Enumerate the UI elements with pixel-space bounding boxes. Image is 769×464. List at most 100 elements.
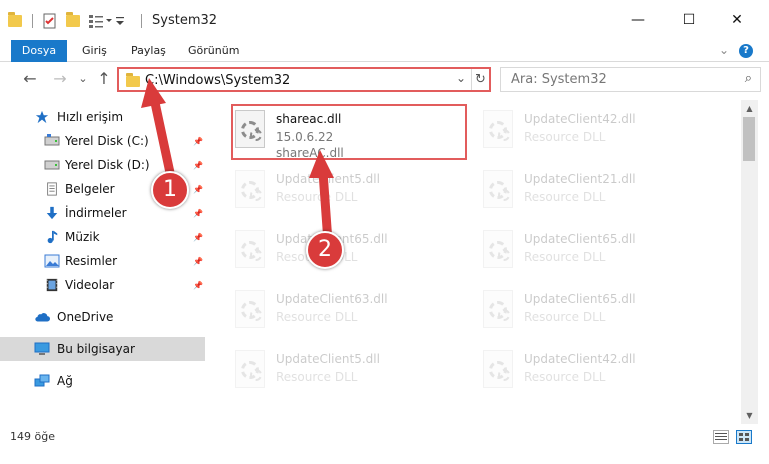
dll-file-icon [483,350,513,388]
pin-icon: 📌 [193,280,203,290]
sidebar-item-label: Belgeler [65,182,115,196]
arrow-right-icon: → [53,69,67,88]
refresh-icon: ↻ [475,72,486,87]
status-bar: 149 öğe [0,424,769,464]
step-2-badge: 2 [306,231,344,269]
file-description: Resource DLL [276,310,358,324]
sidebar-item-drive-c[interactable]: Yerel Disk (C:) 📌 [0,129,205,153]
sidebar-item-music[interactable]: Müzik 📌 [0,225,205,249]
file-name: UpdateClient65.dll [524,232,636,246]
file-item[interactable]: UpdateClient65.dll Resource DLL [233,226,463,282]
caret-up-icon: ▲ [746,104,753,113]
quick-access-toolbar [8,10,22,32]
file-item[interactable]: UpdateClient63.dll Resource DLL [233,286,463,342]
dll-file-icon [483,290,513,328]
file-description: Resource DLL [524,250,606,264]
toolbar-divider [32,14,33,28]
properties-button[interactable] [42,10,58,32]
tab-file[interactable]: Dosya [11,40,67,62]
tiles-view-button[interactable] [736,430,752,444]
file-item[interactable]: UpdateClient5.dll Resource DLL [233,166,463,222]
file-name: UpdateClient63.dll [276,292,388,306]
file-item[interactable]: UpdateClient65.dll Resource DLL [481,286,711,342]
file-description: Resource DLL [276,190,358,204]
sidebar-item-onedrive[interactable]: OneDrive [0,305,205,329]
close-button[interactable]: ✕ [714,0,760,40]
network-icon [34,374,50,387]
file-description: Resource DLL [524,310,606,324]
file-item-shareac[interactable]: shareac.dll 15.0.6.22 shareAC.dll [231,104,467,160]
tab-view[interactable]: Görünüm [178,40,249,62]
vertical-scrollbar[interactable]: ▲ ▼ [741,100,758,424]
file-name: UpdateClient21.dll [524,172,636,186]
maximize-button[interactable]: ☐ [666,0,712,40]
dll-file-icon [235,350,265,388]
videos-icon [46,278,58,292]
help-icon: ? [743,45,749,56]
pictures-icon [44,254,60,268]
file-item[interactable]: UpdateClient42.dll Resource DLL [481,106,711,162]
customize-toolbar-button[interactable] [88,10,126,32]
scroll-up-button[interactable]: ▲ [741,100,758,117]
file-item[interactable]: UpdateClient42.dll Resource DLL [481,346,711,402]
file-name: UpdateClient42.dll [524,352,636,366]
minimize-button[interactable]: — [615,0,661,40]
close-icon: ✕ [731,12,743,28]
navigation-bar: ← → ⌄ ↑ C:\Windows\System32 ⌄ ↻ ⌕ [0,62,769,96]
file-description: Resource DLL [276,370,358,384]
refresh-button[interactable]: ↻ [471,69,489,90]
file-description: Resource DLL [524,190,606,204]
music-icon [47,230,58,244]
address-dropdown-button[interactable]: ⌄ [456,71,466,85]
pin-icon: 📌 [193,136,203,146]
caret-down-icon: ▼ [746,411,753,420]
search-icon: ⌕ [744,71,752,86]
file-version: 15.0.6.22 [276,130,334,144]
sidebar-item-videos[interactable]: Videolar 📌 [0,273,205,297]
window-title: System32 [152,13,218,28]
sidebar-item-label: Yerel Disk (D:) [65,158,150,172]
sidebar-item-pictures[interactable]: Resimler 📌 [0,249,205,273]
downloads-icon [46,206,58,220]
view-list-icon [89,15,112,28]
sidebar-item-label: Yerel Disk (C:) [65,134,149,148]
file-name: UpdateClient5.dll [276,172,380,186]
pin-icon: 📌 [193,232,203,242]
search-box[interactable]: ⌕ [500,67,761,92]
new-folder-button[interactable] [66,10,80,32]
address-bar[interactable]: C:\Windows\System32 ⌄ ↻ [117,67,491,92]
file-item[interactable]: UpdateClient5.dll Resource DLL [233,346,463,402]
maximize-icon: ☐ [682,12,696,28]
file-description: Resource DLL [524,130,606,144]
scrollbar-thumb[interactable] [743,117,755,161]
back-button[interactable]: ← [20,69,40,89]
sidebar-item-network[interactable]: Ağ [0,369,205,393]
star-icon [35,110,49,124]
sidebar-item-label: Ağ [57,374,73,388]
sidebar-item-label: Resimler [65,254,118,268]
chevron-down-icon: ⌄ [719,43,730,57]
sidebar-item-quick-access[interactable]: Hızlı erişim [0,105,205,129]
cloud-icon [35,313,50,322]
dll-file-icon [483,230,513,268]
sidebar-item-label: OneDrive [57,310,114,324]
address-path[interactable]: C:\Windows\System32 [145,73,290,88]
search-input[interactable] [511,68,731,91]
expand-ribbon-button[interactable]: ⌄ [719,43,729,57]
help-button[interactable]: ? [739,44,753,58]
up-button[interactable]: ↑ [94,69,114,89]
recent-locations-button[interactable]: ⌄ [73,69,93,89]
details-view-button[interactable] [713,430,729,444]
step-1-badge: 1 [151,171,189,209]
tab-home[interactable]: Giriş [72,40,117,62]
file-item[interactable]: UpdateClient65.dll Resource DLL [481,226,711,282]
pin-icon: 📌 [193,160,203,170]
file-item[interactable]: UpdateClient21.dll Resource DLL [481,166,711,222]
navigation-pane: Hızlı erişim Yerel Disk (C:) 📌 Yerel Dis… [0,100,210,424]
forward-button[interactable]: → [50,69,70,89]
file-description: Resource DLL [524,370,606,384]
new-folder-icon [66,12,80,27]
tab-share[interactable]: Paylaş [121,40,176,62]
sidebar-item-this-pc[interactable]: Bu bilgisayar [0,337,205,361]
scroll-down-button[interactable]: ▼ [741,407,758,424]
